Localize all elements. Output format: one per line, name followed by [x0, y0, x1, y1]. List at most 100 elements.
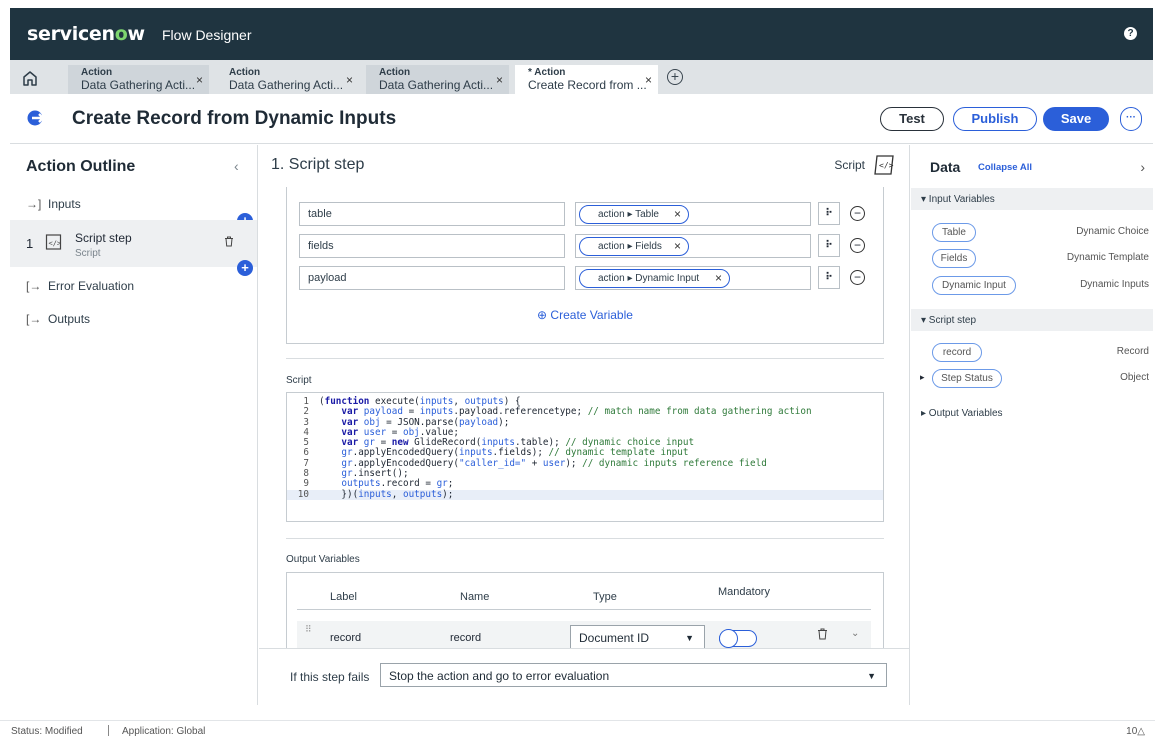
create-variable-link[interactable]: ⊕ Create Variable	[287, 308, 883, 322]
failure-action-select[interactable]: Stop the action and go to error evaluati…	[380, 663, 887, 687]
more-options-icon[interactable]: ···	[1120, 107, 1142, 131]
code-token: );	[565, 457, 583, 469]
outline-heading: Action Outline	[26, 158, 136, 175]
remove-pill-icon[interactable]: ×	[674, 239, 681, 253]
outline-error-evaluation[interactable]: [→ Error Evaluation	[10, 279, 257, 299]
variable-name-input[interactable]: fields	[299, 234, 565, 258]
status-bar: Status: Modified Application: Global 10△	[0, 720, 1155, 739]
input-variables-section[interactable]: ▾ Input Variables	[911, 188, 1153, 210]
action-outline-panel: Action Outline ‹ →] Inputs + 1 </> Scrip…	[10, 145, 258, 705]
help-icon[interactable]: ?	[1124, 27, 1137, 40]
variable-name-input[interactable]: table	[299, 202, 565, 226]
close-tab-icon[interactable]: ×	[346, 74, 353, 86]
failure-label: If this step fails	[290, 670, 370, 684]
script-step-section[interactable]: ▾ Script step	[911, 309, 1153, 331]
script-label: Script	[286, 375, 312, 386]
code-token: );	[498, 416, 510, 428]
code-token: })(	[319, 488, 359, 500]
remove-variable-icon[interactable]: −	[850, 270, 865, 285]
variable-value-field[interactable]: action ▸ Table ×	[575, 202, 811, 226]
close-tab-icon[interactable]: ×	[645, 74, 652, 86]
script-editor[interactable]: 1 (function execute(inputs, outputs) {2 v…	[286, 392, 884, 522]
divider	[286, 358, 884, 359]
data-panel: Data Collapse All › ▾ Input Variables Ta…	[911, 145, 1153, 705]
data-pill-record[interactable]: record	[932, 343, 982, 362]
collapse-outline-icon[interactable]: ‹	[234, 158, 239, 174]
line-number: 10	[297, 488, 309, 500]
add-step-below-button[interactable]: +	[237, 260, 253, 276]
chevron-down-icon: ▼	[685, 633, 694, 643]
error-evaluation-icon: [→	[26, 279, 42, 293]
variable-name-input[interactable]: payload	[299, 266, 565, 290]
add-tab-icon[interactable]: +	[667, 69, 683, 85]
variable-row: table action ▸ Table × ⠗ −	[299, 202, 869, 226]
output-variables-table: Label Name Type Mandatory ⠿ record recor…	[286, 572, 884, 653]
tab-data-gathering-2[interactable]: Action Data Gathering Acti... ×	[216, 65, 359, 94]
top-navbar: servicenow Flow Designer ?	[10, 8, 1153, 60]
remove-pill-icon[interactable]: ×	[715, 271, 722, 285]
type-select[interactable]: Document ID ▼	[570, 625, 705, 649]
code-token: );	[442, 488, 454, 500]
chevron-down-icon: ▼	[867, 671, 876, 681]
close-tab-icon[interactable]: ×	[196, 74, 203, 86]
tab-data-gathering-3[interactable]: Action Data Gathering Acti... ×	[366, 65, 509, 94]
output-variables-label: Output Variables	[286, 554, 360, 565]
data-pill-fields[interactable]: Fields	[932, 249, 976, 268]
publish-button[interactable]: Publish	[953, 107, 1037, 131]
data-pill-table[interactable]: Table	[932, 223, 976, 242]
expand-step-status-icon[interactable]: ▸	[920, 372, 925, 383]
data-pill[interactable]: action ▸ Fields ×	[579, 237, 689, 256]
variable-row: payload action ▸ Dynamic Input × ⠗ −	[299, 266, 869, 290]
delete-step-icon[interactable]	[224, 236, 234, 250]
status-application: Application: Global	[122, 726, 206, 737]
step-editor: 1. Script step Script </> table action ▸…	[259, 145, 910, 705]
data-picker-icon[interactable]: ⠗	[818, 234, 840, 257]
status-modified: Status: Modified	[11, 726, 83, 737]
tab-data-gathering-1[interactable]: Action Data Gathering Acti... ×	[68, 65, 209, 94]
data-picker-icon[interactable]: ⠗	[818, 202, 840, 225]
table-header: Label Name Type Mandatory	[297, 573, 871, 610]
script-icon: </>	[45, 234, 62, 250]
code-token: user	[542, 457, 566, 469]
home-icon[interactable]	[20, 68, 40, 88]
failure-bar: If this step fails Stop the action and g…	[259, 648, 909, 705]
data-pill[interactable]: action ▸ Dynamic Input ×	[579, 269, 730, 288]
svg-text:</>: </>	[49, 240, 62, 248]
svg-text:</>: </>	[879, 161, 894, 170]
data-pill-step-status[interactable]: Step Status	[932, 369, 1002, 388]
drag-handle-icon[interactable]: ⠿	[305, 624, 312, 635]
outline-outputs[interactable]: [→ Outputs	[10, 312, 257, 332]
variable-value-field[interactable]: action ▸ Fields ×	[575, 234, 811, 258]
code-token: inputs	[358, 488, 392, 500]
collapse-all-link[interactable]: Collapse All	[978, 162, 1032, 173]
data-pill[interactable]: action ▸ Table ×	[579, 205, 689, 224]
outline-script-step[interactable]: 1 </> Script step Script	[10, 220, 257, 267]
code-token: outputs	[402, 488, 443, 500]
data-picker-icon[interactable]: ⠗	[818, 266, 840, 289]
save-button[interactable]: Save	[1043, 107, 1109, 131]
output-variables-section[interactable]: ▸ Output Variables	[911, 402, 1153, 424]
action-title-row: Create Record from Dynamic Inputs Test P…	[10, 94, 1153, 144]
mandatory-toggle[interactable]	[719, 629, 757, 648]
code-token: payload	[458, 416, 499, 428]
expand-row-icon[interactable]: ⌄	[851, 628, 859, 639]
test-button[interactable]: Test	[880, 107, 944, 131]
remove-pill-icon[interactable]: ×	[674, 207, 681, 221]
tab-create-record[interactable]: * Action Create Record from ... ×	[515, 65, 658, 94]
outline-inputs[interactable]: →] Inputs	[10, 197, 257, 217]
delete-row-icon[interactable]	[817, 628, 828, 643]
page-title: Create Record from Dynamic Inputs	[72, 108, 397, 129]
servicenow-logo[interactable]: servicenow	[27, 23, 145, 45]
close-tab-icon[interactable]: ×	[496, 74, 503, 86]
expand-panel-icon[interactable]: ›	[1140, 159, 1145, 175]
data-pill-dynamic-input[interactable]: Dynamic Input	[932, 276, 1016, 295]
variable-row: fields action ▸ Fields × ⠗ −	[299, 234, 869, 258]
action-logo-icon	[27, 110, 45, 126]
input-variables-box: table action ▸ Table × ⠗ − fields action…	[286, 187, 884, 344]
code-line[interactable]: 10 })(inputs, outputs);	[287, 488, 883, 500]
remove-variable-icon[interactable]: −	[850, 206, 865, 221]
code-token: ,	[391, 488, 403, 500]
variable-value-field[interactable]: action ▸ Dynamic Input ×	[575, 266, 811, 290]
remove-variable-icon[interactable]: −	[850, 238, 865, 253]
inputs-icon: →]	[26, 197, 42, 211]
